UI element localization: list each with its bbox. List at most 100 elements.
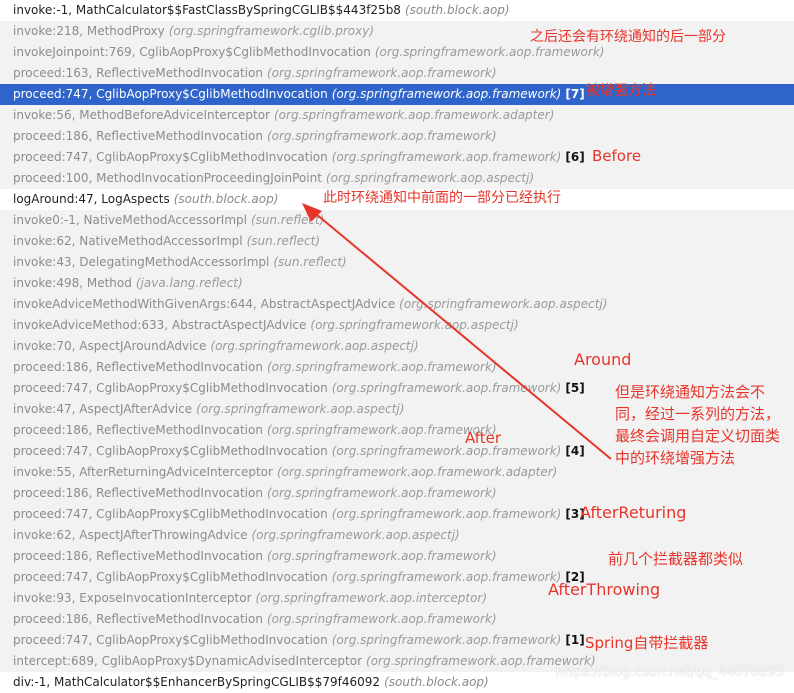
frame-package: (org.springframework.aop.aspectj) (196, 402, 405, 416)
frame-package: (org.springframework.aop.framework) (331, 444, 562, 458)
frame-package: (org.springframework.aop.aspectj) (310, 318, 519, 332)
frame-method: intercept:689, CglibAopProxy$DynamicAdvi… (13, 654, 363, 668)
frame-method: logAround:47, LogAspects (13, 192, 170, 206)
frame-package: (south.block.aop) (173, 192, 279, 206)
note-after-rest: 之后还会有环绕通知的后一部分 (530, 29, 726, 45)
frame-package: (org.springframework.aop.framework) (331, 150, 562, 164)
interceptor-index-tag: [1] (565, 633, 585, 647)
frame-method: invoke:70, AspectJAroundAdvice (13, 339, 207, 353)
frame-package: (org.springframework.aop.framework) (266, 360, 497, 374)
frame-package: (sun.reflect) (246, 234, 321, 248)
note-after-returning: AfterReturing (580, 503, 687, 522)
note-spring-builtin: Spring自带拦截器 (585, 634, 709, 652)
frame-method: invoke0:-1, NativeMethodAccessorImpl (13, 213, 247, 227)
frame-package: (org.springframework.aop.framework) (331, 633, 562, 647)
stack-frame-row[interactable]: proceed:163, ReflectiveMethodInvocation(… (0, 63, 794, 84)
frame-package: (org.springframework.aop.framework) (266, 129, 497, 143)
frame-method: proceed:186, ReflectiveMethodInvocation (13, 129, 263, 143)
stack-frame-row[interactable]: invoke:70, AspectJAroundAdvice (org.sprin… (0, 336, 794, 357)
stack-frame-row[interactable]: invoke:498, Method (java.lang.reflect) (0, 273, 794, 294)
frame-package: (org.springframework.aop.framework) (266, 549, 497, 563)
note-around-front-done: 此时环绕通知中前面的一部分已经执行 (323, 190, 561, 206)
stack-frame-row[interactable]: invoke:93, ExposeInvocationInterceptor (o… (0, 588, 794, 609)
stack-frame-row[interactable]: invoke:62, NativeMethodAccessorImpl (sun.… (0, 231, 794, 252)
frame-method: proceed:186, ReflectiveMethodInvocation (13, 486, 263, 500)
frame-package: (org.springframework.aop.framework) (266, 486, 497, 500)
frame-method: proceed:186, ReflectiveMethodInvocation (13, 360, 263, 374)
frame-method: invokeJoinpoint:769, CglibAopProxy$Cglib… (13, 45, 371, 59)
frame-method: proceed:163, ReflectiveMethodInvocation (13, 66, 263, 80)
stack-frame-row[interactable]: proceed:747, CglibAopProxy$CglibMethodIn… (0, 84, 794, 105)
note-around: Around (574, 350, 632, 369)
frame-package: (org.springframework.aop.aspectj) (325, 171, 535, 185)
frame-package: (org.springframework.aop.framework.adapt… (273, 108, 555, 122)
frame-method: proceed:747, CglibAopProxy$CglibMethodIn… (13, 633, 328, 647)
frame-method: proceed:186, ReflectiveMethodInvocation (13, 612, 263, 626)
frame-package: (org.springframework.aop.framework) (374, 45, 605, 59)
frame-package: (org.springframework.aop.aspectj) (210, 339, 419, 353)
note-before: Before (592, 147, 642, 165)
frame-method: invoke:43, DelegatingMethodAccessorImpl (13, 255, 270, 269)
frame-method: div:-1, MathCalculator$$EnhancerBySpring… (13, 675, 381, 689)
note-around-explain: 但是环绕通知方法会不同，经过一系列的方法，最终会调用自定义切面类中的环绕增强方法 (615, 383, 781, 467)
frame-package: (org.springframework.aop.framework) (266, 612, 497, 626)
frame-method: invoke:93, ExposeInvocationInterceptor (13, 591, 252, 605)
frame-package: (org.springframework.aop.framework) (331, 381, 562, 395)
stack-frame-row[interactable]: proceed:747, CglibAopProxy$CglibMethodIn… (0, 147, 794, 168)
frame-method: invoke:-1, MathCalculator$$FastClassBySp… (13, 3, 401, 17)
frame-method: proceed:747, CglibAopProxy$CglibMethodIn… (13, 570, 328, 584)
frame-package: (org.springframework.aop.framework) (331, 570, 562, 584)
frame-package: (org.springframework.aop.framework) (266, 66, 497, 80)
frame-method: invokeAdviceMethodWithGivenArgs:644, Abs… (13, 297, 396, 311)
note-after: After (465, 429, 502, 447)
frame-package: (org.springframework.aop.framework) (266, 423, 497, 437)
frame-method: invoke:47, AspectJAfterAdvice (13, 402, 193, 416)
frame-method: proceed:100, MethodInvocationProceedingJ… (13, 171, 322, 185)
note-similar: 前几个拦截器都类似 (608, 550, 744, 568)
frame-method: proceed:747, CglibAopProxy$CglibMethodIn… (13, 150, 328, 164)
frame-package: (org.springframework.aop.interceptor) (255, 591, 488, 605)
stack-frame-row[interactable]: invoke:56, MethodBeforeAdviceInterceptor… (0, 105, 794, 126)
stack-frame-row[interactable]: invokeAdviceMethodWithGivenArgs:644, Abs… (0, 294, 794, 315)
stack-frame-row[interactable]: invokeAdviceMethod:633, AbstractAspectJA… (0, 315, 794, 336)
frame-method: invoke:498, Method (13, 276, 132, 290)
interceptor-index-tag: [7] (565, 87, 585, 101)
frame-package: (south.block.aop) (384, 675, 489, 689)
frame-method: invokeAdviceMethod:633, AbstractAspectJA… (13, 318, 307, 332)
frame-method: invoke:56, MethodBeforeAdviceInterceptor (13, 108, 270, 122)
stack-frame-row[interactable]: proceed:100, MethodInvocationProceedingJ… (0, 168, 794, 189)
frame-package: (java.lang.reflect) (135, 276, 243, 290)
frame-package: (south.block.aop) (404, 3, 510, 17)
frame-method: proceed:747, CglibAopProxy$CglibMethodIn… (13, 87, 328, 101)
frame-package: (org.springframework.aop.aspectj) (399, 297, 608, 311)
frame-method: proceed:747, CglibAopProxy$CglibMethodIn… (13, 444, 328, 458)
frame-method: proceed:186, ReflectiveMethodInvocation (13, 423, 263, 437)
stack-frame-row[interactable]: invoke0:-1, NativeMethodAccessorImpl (sun… (0, 210, 794, 231)
frame-package: (org.springframework.aop.aspectj) (251, 528, 460, 542)
frame-package: (org.springframework.aop.framework) (331, 87, 562, 101)
frame-package: (org.springframework.cglib.proxy) (168, 24, 375, 38)
stack-frame-row[interactable]: proceed:747, CglibAopProxy$CglibMethodIn… (0, 567, 794, 588)
stack-frames-list: invoke:-1, MathCalculator$$FastClassBySp… (0, 0, 794, 693)
interceptor-index-tag: [5] (565, 381, 585, 395)
frame-method: invoke:62, AspectJAfterThrowingAdvice (13, 528, 248, 542)
stack-frame-row[interactable]: proceed:186, ReflectiveMethodInvocation(… (0, 357, 794, 378)
stack-frame-row[interactable]: proceed:186, ReflectiveMethodInvocation(… (0, 609, 794, 630)
stack-frame-row[interactable]: invoke:43, DelegatingMethodAccessorImpl(… (0, 252, 794, 273)
note-enhanced-method: 被增强方法 (586, 83, 656, 99)
stack-frame-row[interactable]: proceed:186, ReflectiveMethodInvocation(… (0, 126, 794, 147)
note-after-throwing: AfterThrowing (548, 580, 661, 599)
frame-package: (org.springframework.aop.framework) (331, 507, 562, 521)
stack-frame-row[interactable]: proceed:186, ReflectiveMethodInvocation(… (0, 483, 794, 504)
interceptor-index-tag: [6] (565, 150, 585, 164)
stack-frame-row[interactable]: invoke:62, AspectJAfterThrowingAdvice (or… (0, 525, 794, 546)
watermark: https://blog.csdn.net/qq_44078893 (555, 665, 784, 680)
frame-method: invoke:55, AfterReturningAdviceIntercept… (13, 465, 273, 479)
stack-frame-row[interactable]: invoke:-1, MathCalculator$$FastClassBySp… (0, 0, 794, 21)
frame-method: invoke:62, NativeMethodAccessorImpl (13, 234, 243, 248)
frame-method: proceed:747, CglibAopProxy$CglibMethodIn… (13, 507, 328, 521)
frame-method: proceed:747, CglibAopProxy$CglibMethodIn… (13, 381, 328, 395)
frame-package: (org.springframework.aop.framework.adapt… (276, 465, 558, 479)
frame-package: (sun.reflect) (273, 255, 347, 269)
frame-method: proceed:186, ReflectiveMethodInvocation (13, 549, 263, 563)
